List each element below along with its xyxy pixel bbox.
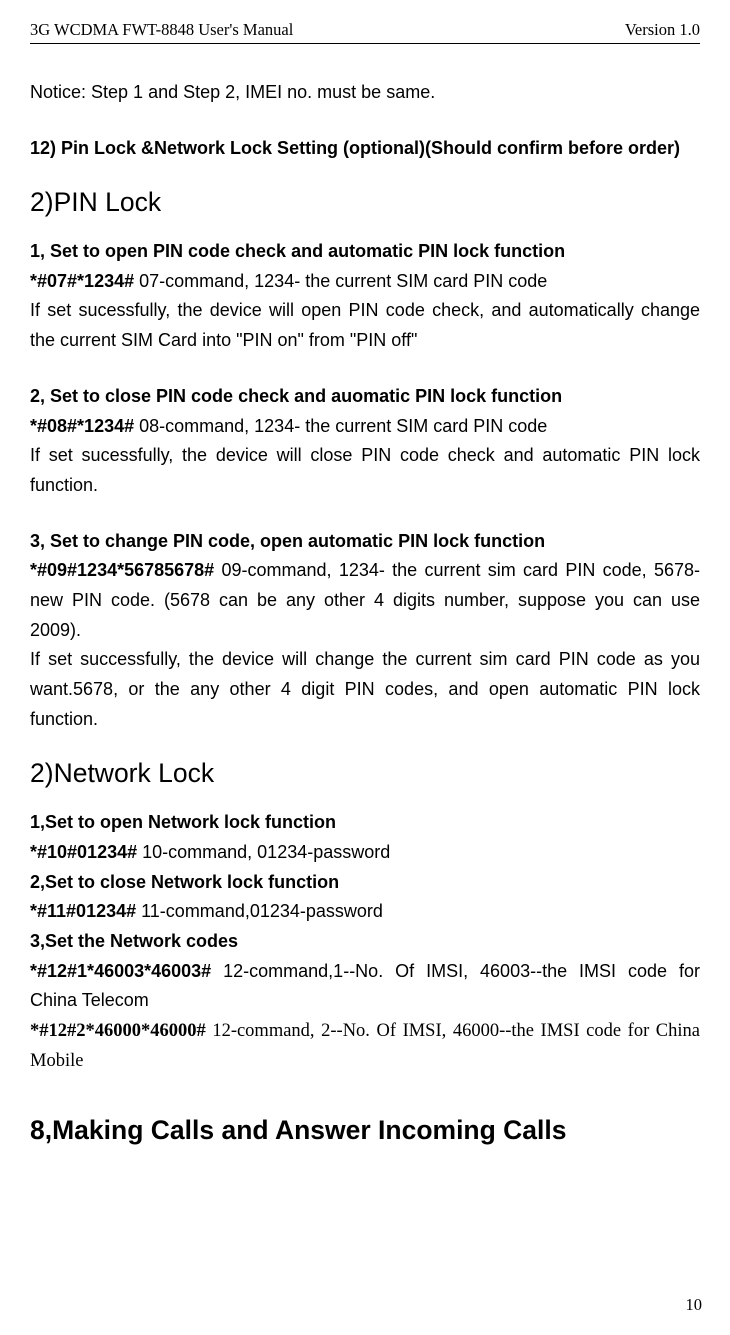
net-s4-cmd: *#12#2*46000*46000#	[30, 1021, 206, 1041]
net-s2-cmd: *#11#01234#	[30, 901, 136, 921]
pin-lock-heading: 2)PIN Lock	[30, 181, 700, 225]
document-body: Notice: Step 1 and Step 2, IMEI no. must…	[30, 78, 700, 1153]
pin-s1-cmd: *#07#*1234#	[30, 271, 134, 291]
net-s3-title: 3,Set the Network codes	[30, 927, 700, 957]
pin-s3-cmd-line: *#09#1234*56785678# 09-command, 1234- th…	[30, 556, 700, 645]
pin-s2-cmd-line: *#08#*1234# 08-command, 1234- the curren…	[30, 412, 700, 442]
notice-line: Notice: Step 1 and Step 2, IMEI no. must…	[30, 78, 700, 108]
section-8-heading: 8,Making Calls and Answer Incoming Calls	[30, 1109, 700, 1153]
header-right: Version 1.0	[625, 20, 700, 40]
net-s2-cmd-line: *#11#01234# 11-command,01234-password	[30, 897, 700, 927]
pin-s1-title: 1, Set to open PIN code check and automa…	[30, 237, 700, 267]
pin-s2-cmdrest: 08-command, 1234- the current SIM card P…	[134, 416, 547, 436]
pin-s1-cmdrest: 07-command, 1234- the current SIM card P…	[134, 271, 547, 291]
net-s2-title: 2,Set to close Network lock function	[30, 868, 700, 898]
net-s2-cmdrest: 11-command,01234-password	[136, 901, 383, 921]
pin-s2-desc: If set sucessfully, the device will clos…	[30, 441, 700, 500]
pin-s2-cmd: *#08#*1234#	[30, 416, 134, 436]
section-12-title: 12) Pin Lock &Network Lock Setting (opti…	[30, 134, 700, 164]
page-header: 3G WCDMA FWT-8848 User's Manual Version …	[30, 20, 700, 44]
net-s1-cmd-line: *#10#01234# 10-command, 01234-password	[30, 838, 700, 868]
net-s1-title: 1,Set to open Network lock function	[30, 808, 700, 838]
header-left: 3G WCDMA FWT-8848 User's Manual	[30, 20, 293, 40]
pin-s2-title: 2, Set to close PIN code check and auoma…	[30, 382, 700, 412]
pin-s3-desc: If set successfully, the device will cha…	[30, 645, 700, 734]
pin-s1-desc: If set sucessfully, the device will open…	[30, 296, 700, 355]
pin-s3-title: 3, Set to change PIN code, open automati…	[30, 527, 700, 557]
pin-s1-cmd-line: *#07#*1234# 07-command, 1234- the curren…	[30, 267, 700, 297]
network-lock-heading: 2)Network Lock	[30, 752, 700, 796]
net-s3-cmd-line: *#12#1*46003*46003# 12-command,1--No. Of…	[30, 957, 700, 1016]
net-s3-cmd: *#12#1*46003*46003#	[30, 961, 211, 981]
pin-s3-cmd: *#09#1234*56785678#	[30, 560, 214, 580]
net-s1-cmd: *#10#01234#	[30, 842, 137, 862]
page-number: 10	[686, 1295, 703, 1315]
net-s1-cmdrest: 10-command, 01234-password	[137, 842, 390, 862]
net-s4-cmd-line: *#12#2*46000*46000# 12-command, 2--No. O…	[30, 1016, 700, 1077]
